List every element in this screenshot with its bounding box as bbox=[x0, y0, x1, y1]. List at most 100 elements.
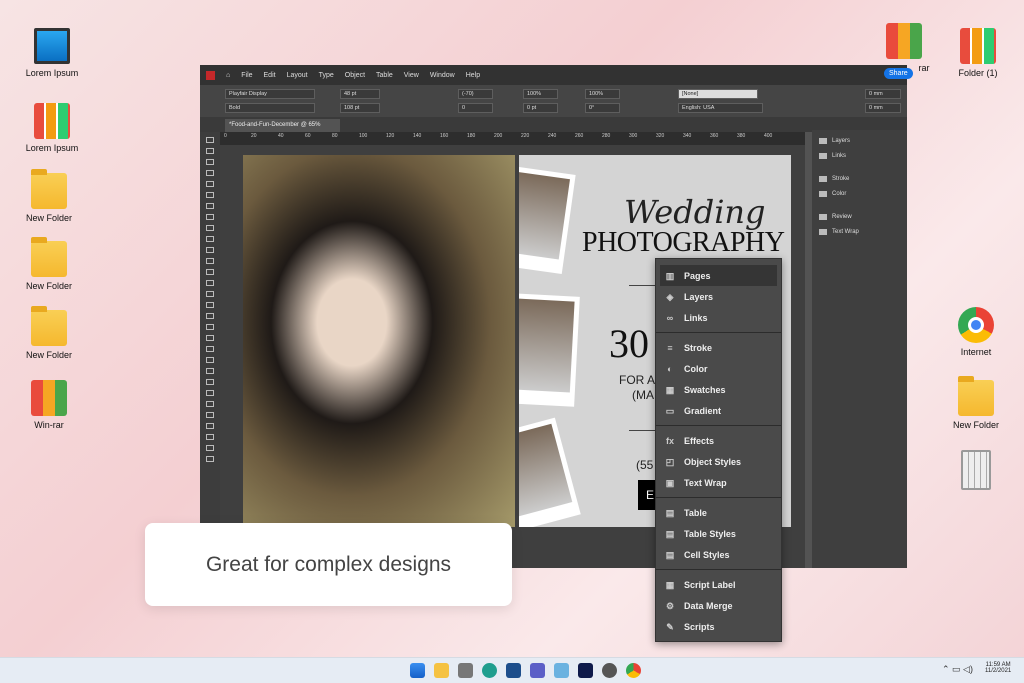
menu-edit[interactable]: Edit bbox=[264, 72, 276, 79]
tool-icon[interactable] bbox=[206, 137, 214, 143]
desktop-binders[interactable]: Folder (1) bbox=[943, 28, 1013, 78]
panel-item-gradient[interactable]: ▭ Gradient bbox=[656, 400, 781, 421]
menu-layout[interactable]: Layout bbox=[287, 72, 308, 79]
tool-icon[interactable] bbox=[206, 214, 214, 220]
tool-icon[interactable] bbox=[206, 357, 214, 363]
tool-icon[interactable] bbox=[206, 280, 214, 286]
desktop-folder[interactable]: New Folder bbox=[14, 306, 84, 360]
panel-color[interactable]: Color bbox=[812, 186, 907, 201]
tool-icon[interactable] bbox=[206, 335, 214, 341]
desktop-recycle-bin[interactable] bbox=[941, 450, 1011, 494]
tool-icon[interactable] bbox=[206, 159, 214, 165]
panel-item-script-label[interactable]: ▦ Script Label bbox=[656, 574, 781, 595]
tool-icon[interactable] bbox=[206, 324, 214, 330]
menu-help[interactable]: Help bbox=[466, 72, 480, 79]
tool-icon[interactable] bbox=[206, 225, 214, 231]
tool-icon[interactable] bbox=[206, 313, 214, 319]
menu-window[interactable]: Window bbox=[430, 72, 455, 79]
panel-item-cell-styles[interactable]: ▤ Cell Styles bbox=[656, 544, 781, 565]
start-icon[interactable] bbox=[410, 663, 425, 678]
panel-item-swatches[interactable]: ▦ Swatches bbox=[656, 379, 781, 400]
file-explorer-icon[interactable] bbox=[434, 663, 449, 678]
tool-icon[interactable] bbox=[206, 291, 214, 297]
clock[interactable]: 11:59 AM 11/2/2021 bbox=[985, 662, 1011, 674]
tracking-field[interactable]: 0 bbox=[458, 103, 493, 113]
tool-icon[interactable] bbox=[206, 423, 214, 429]
panel-item-object-styles[interactable]: ◰ Object Styles bbox=[656, 451, 781, 472]
menu-file[interactable]: File bbox=[241, 72, 252, 79]
menu-object[interactable]: Object bbox=[345, 72, 365, 79]
panel-item-links[interactable]: ∞ Links bbox=[656, 307, 781, 328]
menu-view[interactable]: View bbox=[404, 72, 419, 79]
tool-icon[interactable] bbox=[206, 203, 214, 209]
panel-item-stroke[interactable]: ≡ Stroke bbox=[656, 337, 781, 358]
tool-icon[interactable] bbox=[206, 346, 214, 352]
horizontal-scale-field[interactable]: 100% bbox=[585, 89, 620, 99]
tool-icon[interactable] bbox=[206, 445, 214, 451]
character-style-field[interactable]: [None] bbox=[678, 89, 758, 99]
tool-icon[interactable] bbox=[206, 412, 214, 418]
font-size-field[interactable]: 48 pt bbox=[340, 89, 380, 99]
desktop-winrar[interactable]: Win-rar bbox=[14, 380, 84, 430]
tool-icon[interactable] bbox=[206, 368, 214, 374]
desktop-icon-binders[interactable]: Lorem Ipsum bbox=[17, 103, 87, 153]
store-icon[interactable] bbox=[506, 663, 521, 678]
panel-review[interactable]: Review bbox=[812, 209, 907, 224]
tool-icon[interactable] bbox=[206, 170, 214, 176]
tool-icon[interactable] bbox=[206, 456, 214, 462]
font-family-field[interactable]: Playfair Display bbox=[225, 89, 315, 99]
baseline-shift-field[interactable]: 0 pt bbox=[523, 103, 558, 113]
panel-item-layers[interactable]: ◈ Layers bbox=[656, 286, 781, 307]
home-icon[interactable]: ⌂ bbox=[226, 72, 230, 79]
panel-item-effects[interactable]: fx Effects bbox=[656, 430, 781, 451]
panel-text-wrap[interactable]: Text Wrap bbox=[812, 224, 907, 239]
tool-icon[interactable] bbox=[206, 258, 214, 264]
chrome-taskbar-icon[interactable] bbox=[626, 663, 641, 678]
panel-layers[interactable]: Layers bbox=[812, 133, 907, 148]
kerning-field[interactable]: (-70) bbox=[458, 89, 493, 99]
panel-stroke[interactable]: Stroke bbox=[812, 171, 907, 186]
tray-icons[interactable]: ⌃ ▭ ◁) bbox=[942, 664, 973, 675]
panel-links[interactable]: Links bbox=[812, 148, 907, 163]
teams-icon[interactable] bbox=[530, 663, 545, 678]
tool-icon[interactable] bbox=[206, 148, 214, 154]
paint-icon[interactable] bbox=[554, 663, 569, 678]
skew-field[interactable]: 0° bbox=[585, 103, 620, 113]
edge-icon[interactable] bbox=[482, 663, 497, 678]
settings-icon[interactable] bbox=[602, 663, 617, 678]
share-button[interactable]: Share bbox=[884, 68, 913, 79]
panel-item-table[interactable]: ▤ Table bbox=[656, 502, 781, 523]
first-line-indent-field[interactable]: 0 mm bbox=[865, 103, 901, 113]
panel-item-data-merge[interactable]: ⚙ Data Merge bbox=[656, 595, 781, 616]
tool-icon[interactable] bbox=[206, 302, 214, 308]
indesign-taskbar-icon[interactable] bbox=[578, 663, 593, 678]
panel-item-table-styles[interactable]: ▤ Table Styles bbox=[656, 523, 781, 544]
desktop-folder[interactable]: New Folder bbox=[14, 237, 84, 291]
left-indent-field[interactable]: 0 mm bbox=[865, 89, 901, 99]
menu-table[interactable]: Table bbox=[376, 72, 393, 79]
tool-icon[interactable] bbox=[206, 192, 214, 198]
tool-icon[interactable] bbox=[206, 434, 214, 440]
tool-icon[interactable] bbox=[206, 401, 214, 407]
font-style-field[interactable]: Bold bbox=[225, 103, 315, 113]
desktop-icon-pc[interactable]: Lorem Ipsum bbox=[17, 28, 87, 78]
panel-item-scripts[interactable]: ✎ Scripts bbox=[656, 616, 781, 637]
document-tab[interactable]: *Food-and-Fun-December @ 65% bbox=[225, 119, 340, 132]
language-field[interactable]: English: USA bbox=[678, 103, 763, 113]
tool-icon[interactable] bbox=[206, 379, 214, 385]
tool-icon[interactable] bbox=[206, 269, 214, 275]
panel-item-color[interactable]: ◐ Color bbox=[656, 358, 781, 379]
desktop-folder[interactable]: New Folder bbox=[14, 169, 84, 223]
vertical-scale-field[interactable]: 100% bbox=[523, 89, 558, 99]
tool-icon[interactable] bbox=[206, 247, 214, 253]
tool-icon[interactable] bbox=[206, 390, 214, 396]
leading-field[interactable]: 108 pt bbox=[340, 103, 380, 113]
tool-icon[interactable] bbox=[206, 236, 214, 242]
desktop-folder[interactable]: New Folder bbox=[941, 376, 1011, 430]
menu-type[interactable]: Type bbox=[319, 72, 334, 79]
camera-icon[interactable] bbox=[458, 663, 473, 678]
panel-item-pages[interactable]: ▥ Pages bbox=[660, 265, 777, 286]
panel-item-text-wrap[interactable]: ▣ Text Wrap bbox=[656, 472, 781, 493]
tool-icon[interactable] bbox=[206, 181, 214, 187]
desktop-chrome[interactable]: Internet bbox=[941, 307, 1011, 357]
